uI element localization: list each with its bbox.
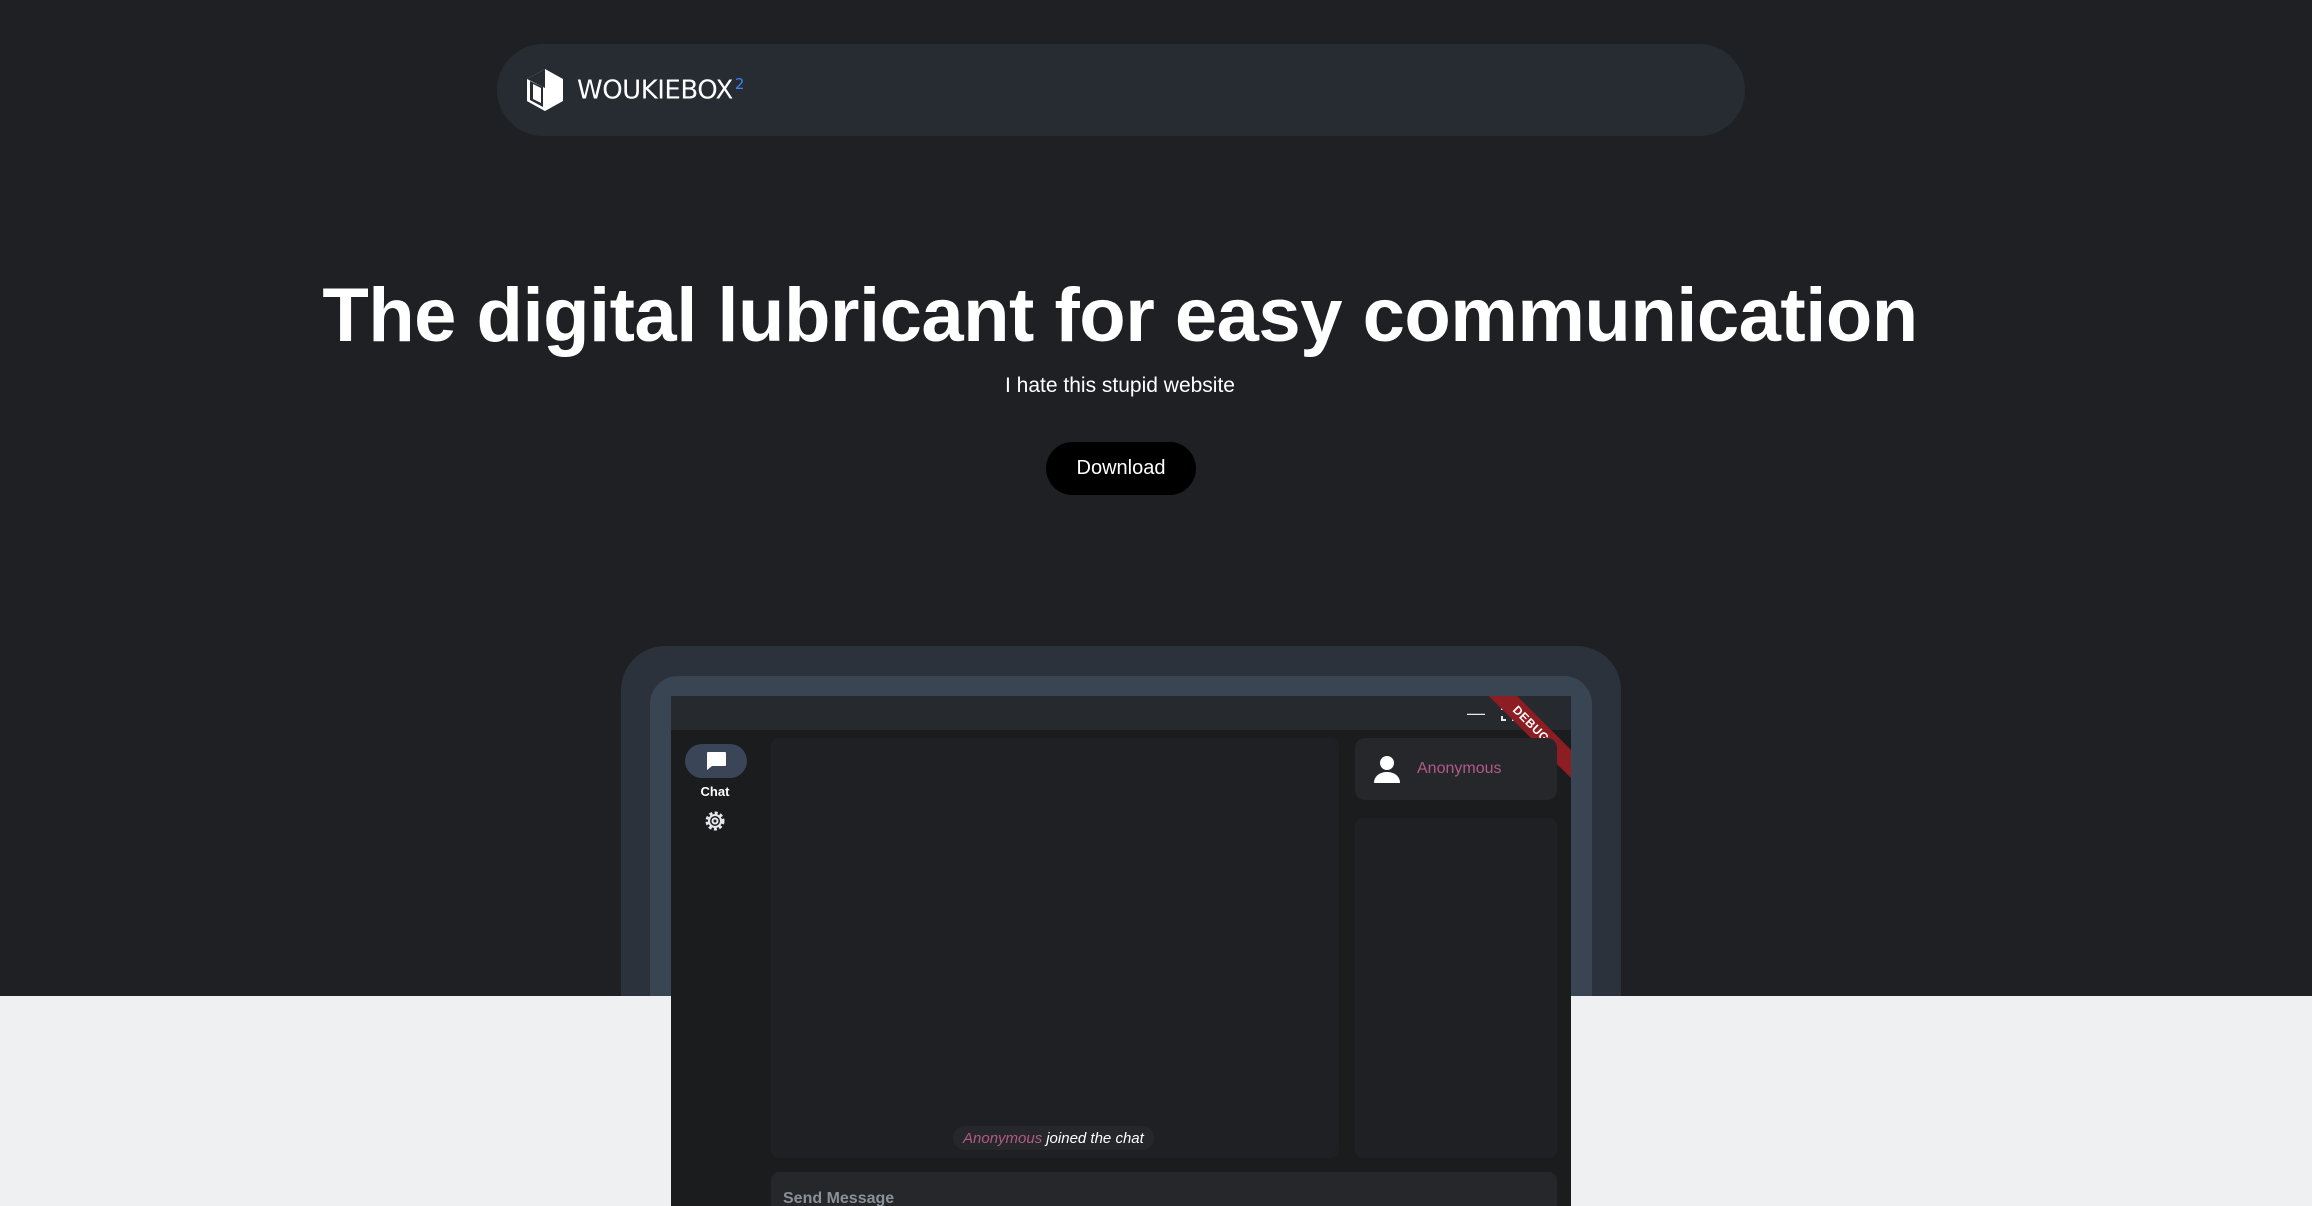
app-titlebar: — DEBUG	[671, 696, 1571, 781]
rail-chat-label: Chat	[700, 784, 730, 799]
chat-messages-panel: Anonymous joined the chat	[771, 738, 1339, 1158]
send-message-field[interactable]: Send Message	[771, 1172, 1557, 1206]
hero-subtitle: I hate this stupid website	[1005, 374, 1235, 397]
download-button[interactable]: Download	[1046, 442, 1196, 495]
nav-rail: Chat	[671, 730, 759, 1206]
top-navbar: WOUKIEBOX 2	[497, 44, 1745, 136]
current-user-card[interactable]: Anonymous	[1355, 738, 1557, 800]
current-user-name: Anonymous	[1417, 760, 1502, 777]
hero-title: The digital lubricant for easy communica…	[322, 273, 1918, 358]
user-avatar-icon	[1374, 756, 1400, 783]
cube-logo-icon	[527, 69, 563, 111]
chat-bubble-icon	[707, 752, 726, 770]
app-preview-window: — DEBUG Chat Anonymous joined the chat A…	[671, 696, 1571, 1206]
brand-superscript: 2	[734, 74, 745, 93]
rail-chat-button[interactable]	[685, 744, 747, 778]
join-notice: Anonymous joined the chat	[953, 1126, 1154, 1150]
join-notice-text: joined the chat	[1046, 1129, 1144, 1147]
brand-logo-link[interactable]: WOUKIEBOX 2	[521, 66, 744, 114]
users-list-panel	[1355, 818, 1557, 1158]
minimize-icon[interactable]: —	[1466, 703, 1486, 723]
gear-icon[interactable]	[702, 808, 728, 834]
join-notice-username: Anonymous	[963, 1129, 1043, 1147]
brand-name: WOUKIEBOX 2	[577, 74, 745, 106]
send-message-placeholder: Send Message	[783, 1190, 895, 1206]
landing-page: WOUKIEBOX 2 The digital lubricant for eas…	[0, 0, 2312, 1206]
